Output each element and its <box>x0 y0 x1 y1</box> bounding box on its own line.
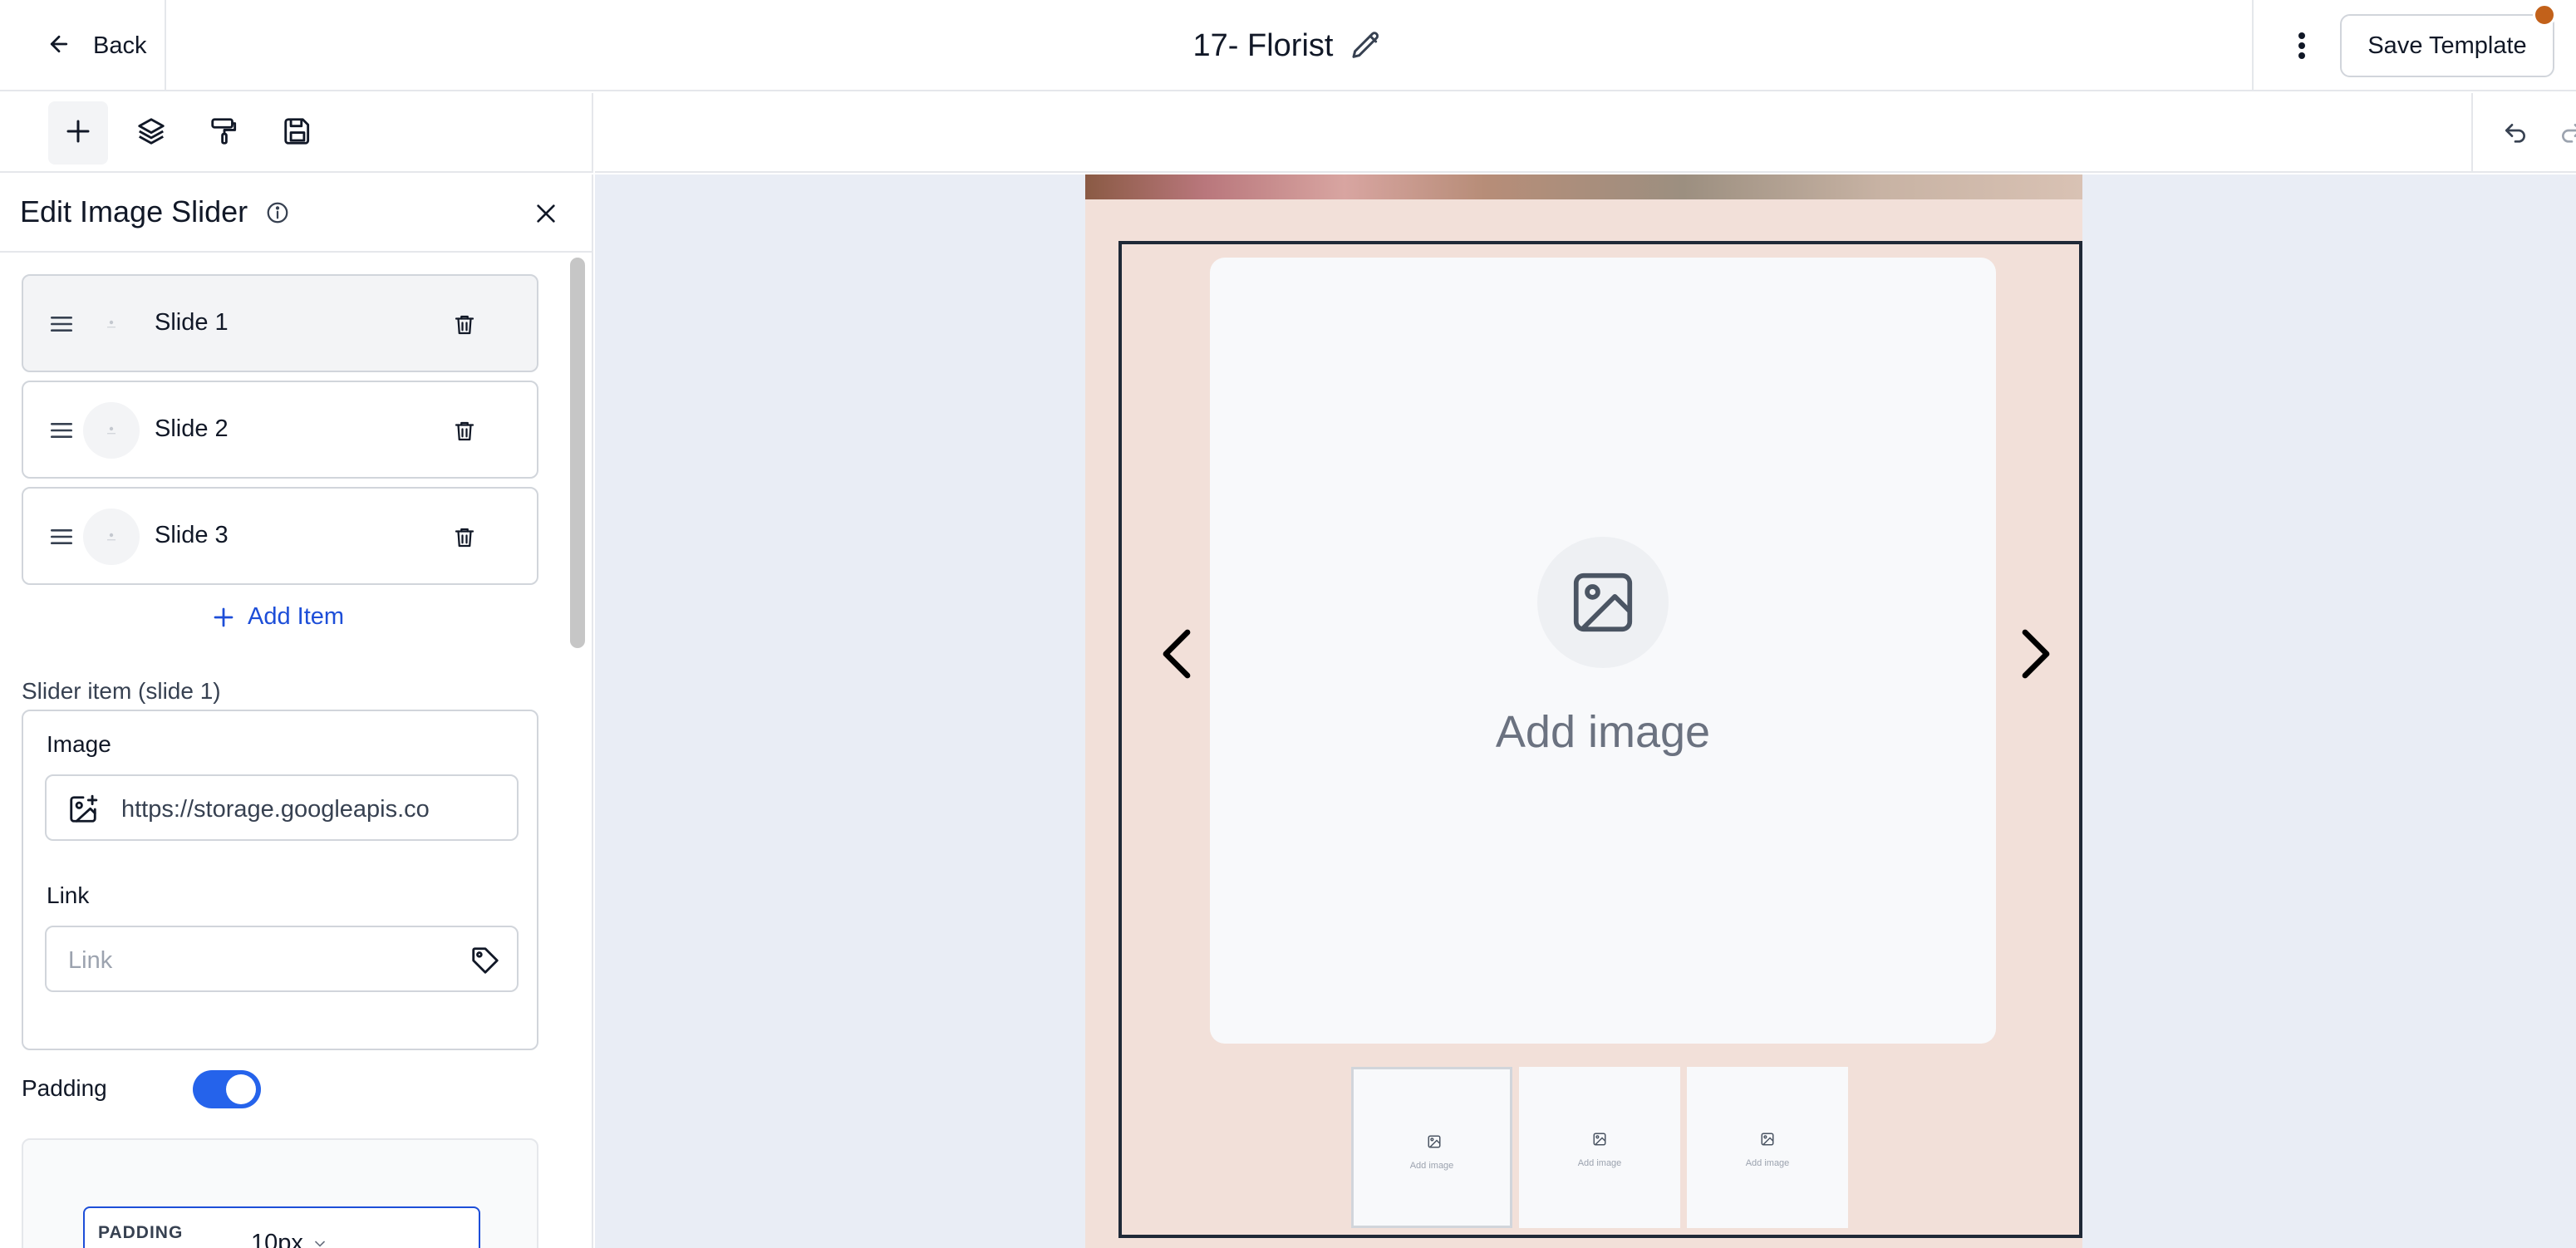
add-item-label: Add Item <box>248 603 345 630</box>
layers-icon <box>135 115 167 151</box>
undo-icon[interactable] <box>2493 111 2538 156</box>
padding-toggle[interactable] <box>193 1070 261 1108</box>
add-element-button[interactable] <box>48 101 108 165</box>
image-icon <box>1590 1130 1609 1148</box>
slide-item-3[interactable]: Slide 3 <box>22 487 538 585</box>
template-title: 17- Florist <box>1192 27 1334 63</box>
thumbnail-label: Add image <box>1577 1158 1622 1168</box>
slider-item-label: Slider item (slide 1) <box>22 678 221 704</box>
add-image-text: Add image <box>1495 707 1711 757</box>
layers-button[interactable] <box>121 101 181 165</box>
drag-handle-icon[interactable] <box>45 414 78 447</box>
back-label: Back <box>93 32 147 59</box>
slide-thumbnail <box>83 402 140 459</box>
editor-toolbar <box>0 93 593 173</box>
trash-icon[interactable] <box>445 518 484 557</box>
slider-thumbnails: Add image Add image Add image <box>1351 1067 1848 1228</box>
slider-thumbnail-1[interactable]: Add image <box>1351 1067 1512 1228</box>
paint-roller-icon <box>209 115 240 151</box>
link-placeholder: Link <box>68 947 113 974</box>
close-icon[interactable] <box>525 193 567 234</box>
image-slider-block[interactable]: Add image Add image Add image Add image <box>1118 241 2082 1238</box>
back-button[interactable]: Back <box>0 0 166 91</box>
save-template-button[interactable]: Save Template <box>2340 14 2554 77</box>
trash-icon[interactable] <box>445 412 484 450</box>
header-divider <box>2252 0 2254 91</box>
panel-scrollbar[interactable] <box>570 258 585 648</box>
styles-button[interactable] <box>194 101 254 165</box>
drag-handle-icon[interactable] <box>45 520 78 553</box>
plus-icon <box>63 116 93 150</box>
email-preview: Add image Add image Add image Add image <box>1085 174 2082 1248</box>
slider-thumbnail-3[interactable]: Add image <box>1687 1067 1848 1228</box>
pencil-icon[interactable] <box>1349 29 1383 62</box>
image-plus-icon <box>66 793 100 826</box>
slide-label: Slide 3 <box>155 522 229 548</box>
image-icon <box>1425 1133 1443 1151</box>
hero-image-strip <box>1085 174 2082 199</box>
toggle-knob <box>226 1074 256 1104</box>
save-module-button[interactable] <box>268 101 327 165</box>
thumbnail-label: Add image <box>1409 1161 1454 1171</box>
image-icon <box>1537 537 1669 668</box>
slide-label: Slide 1 <box>155 309 229 336</box>
padding-value: 10px <box>251 1230 303 1248</box>
arrow-left-icon <box>47 32 71 61</box>
plus-icon <box>211 605 236 630</box>
canvas-toolbar <box>595 93 2576 173</box>
top-bar: Back 17- Florist Save Template <box>0 0 2576 91</box>
add-item-button[interactable]: Add Item <box>211 603 344 631</box>
chevron-down-icon <box>312 1236 328 1248</box>
image-icon <box>1758 1130 1777 1148</box>
padding-value-select[interactable]: 10px <box>251 1230 328 1248</box>
image-field-label: Image <box>47 731 111 757</box>
canvas-toolbar-divider <box>2471 93 2473 173</box>
edit-panel: Edit Image Slider Slide 1 Slide 2 Slide … <box>0 174 593 1248</box>
chevron-right-icon[interactable] <box>2008 617 2066 691</box>
slide-thumbnail <box>83 296 140 352</box>
slide-label: Slide 2 <box>155 415 229 442</box>
drag-handle-icon[interactable] <box>45 307 78 341</box>
save-icon <box>282 115 313 151</box>
slider-thumbnail-2[interactable]: Add image <box>1519 1067 1680 1228</box>
main-slide-image[interactable]: Add image <box>1210 258 1996 1044</box>
link-field[interactable]: Link <box>45 926 519 992</box>
panel-title: Edit Image Slider <box>20 194 248 228</box>
redo-icon[interactable] <box>2549 111 2576 156</box>
slide-item-1[interactable]: Slide 1 <box>22 274 538 372</box>
chevron-left-icon[interactable] <box>1147 617 1205 691</box>
notification-dot <box>2533 3 2556 27</box>
trash-icon[interactable] <box>445 306 484 344</box>
padding-label: Padding <box>22 1075 107 1101</box>
slider-item-fields: Image https://storage.googleapis.co Link… <box>22 710 538 1050</box>
image-url-value: https://storage.googleapis.co <box>121 796 430 823</box>
image-url-field[interactable]: https://storage.googleapis.co <box>45 774 519 841</box>
more-options-icon[interactable] <box>2277 21 2327 71</box>
thumbnail-label: Add image <box>1745 1158 1790 1168</box>
padding-editor: PADDING 10px <box>22 1138 538 1248</box>
padding-box-label: PADDING <box>98 1223 184 1242</box>
padding-control[interactable]: PADDING 10px <box>83 1206 480 1248</box>
panel-header: Edit Image Slider <box>0 174 592 253</box>
tag-icon[interactable] <box>467 942 504 979</box>
link-field-label: Link <box>47 882 90 908</box>
slide-item-2[interactable]: Slide 2 <box>22 381 538 479</box>
editor-canvas: Add image Add image Add image Add image <box>595 174 2576 1248</box>
info-icon[interactable] <box>263 198 293 228</box>
slide-thumbnail <box>83 509 140 565</box>
